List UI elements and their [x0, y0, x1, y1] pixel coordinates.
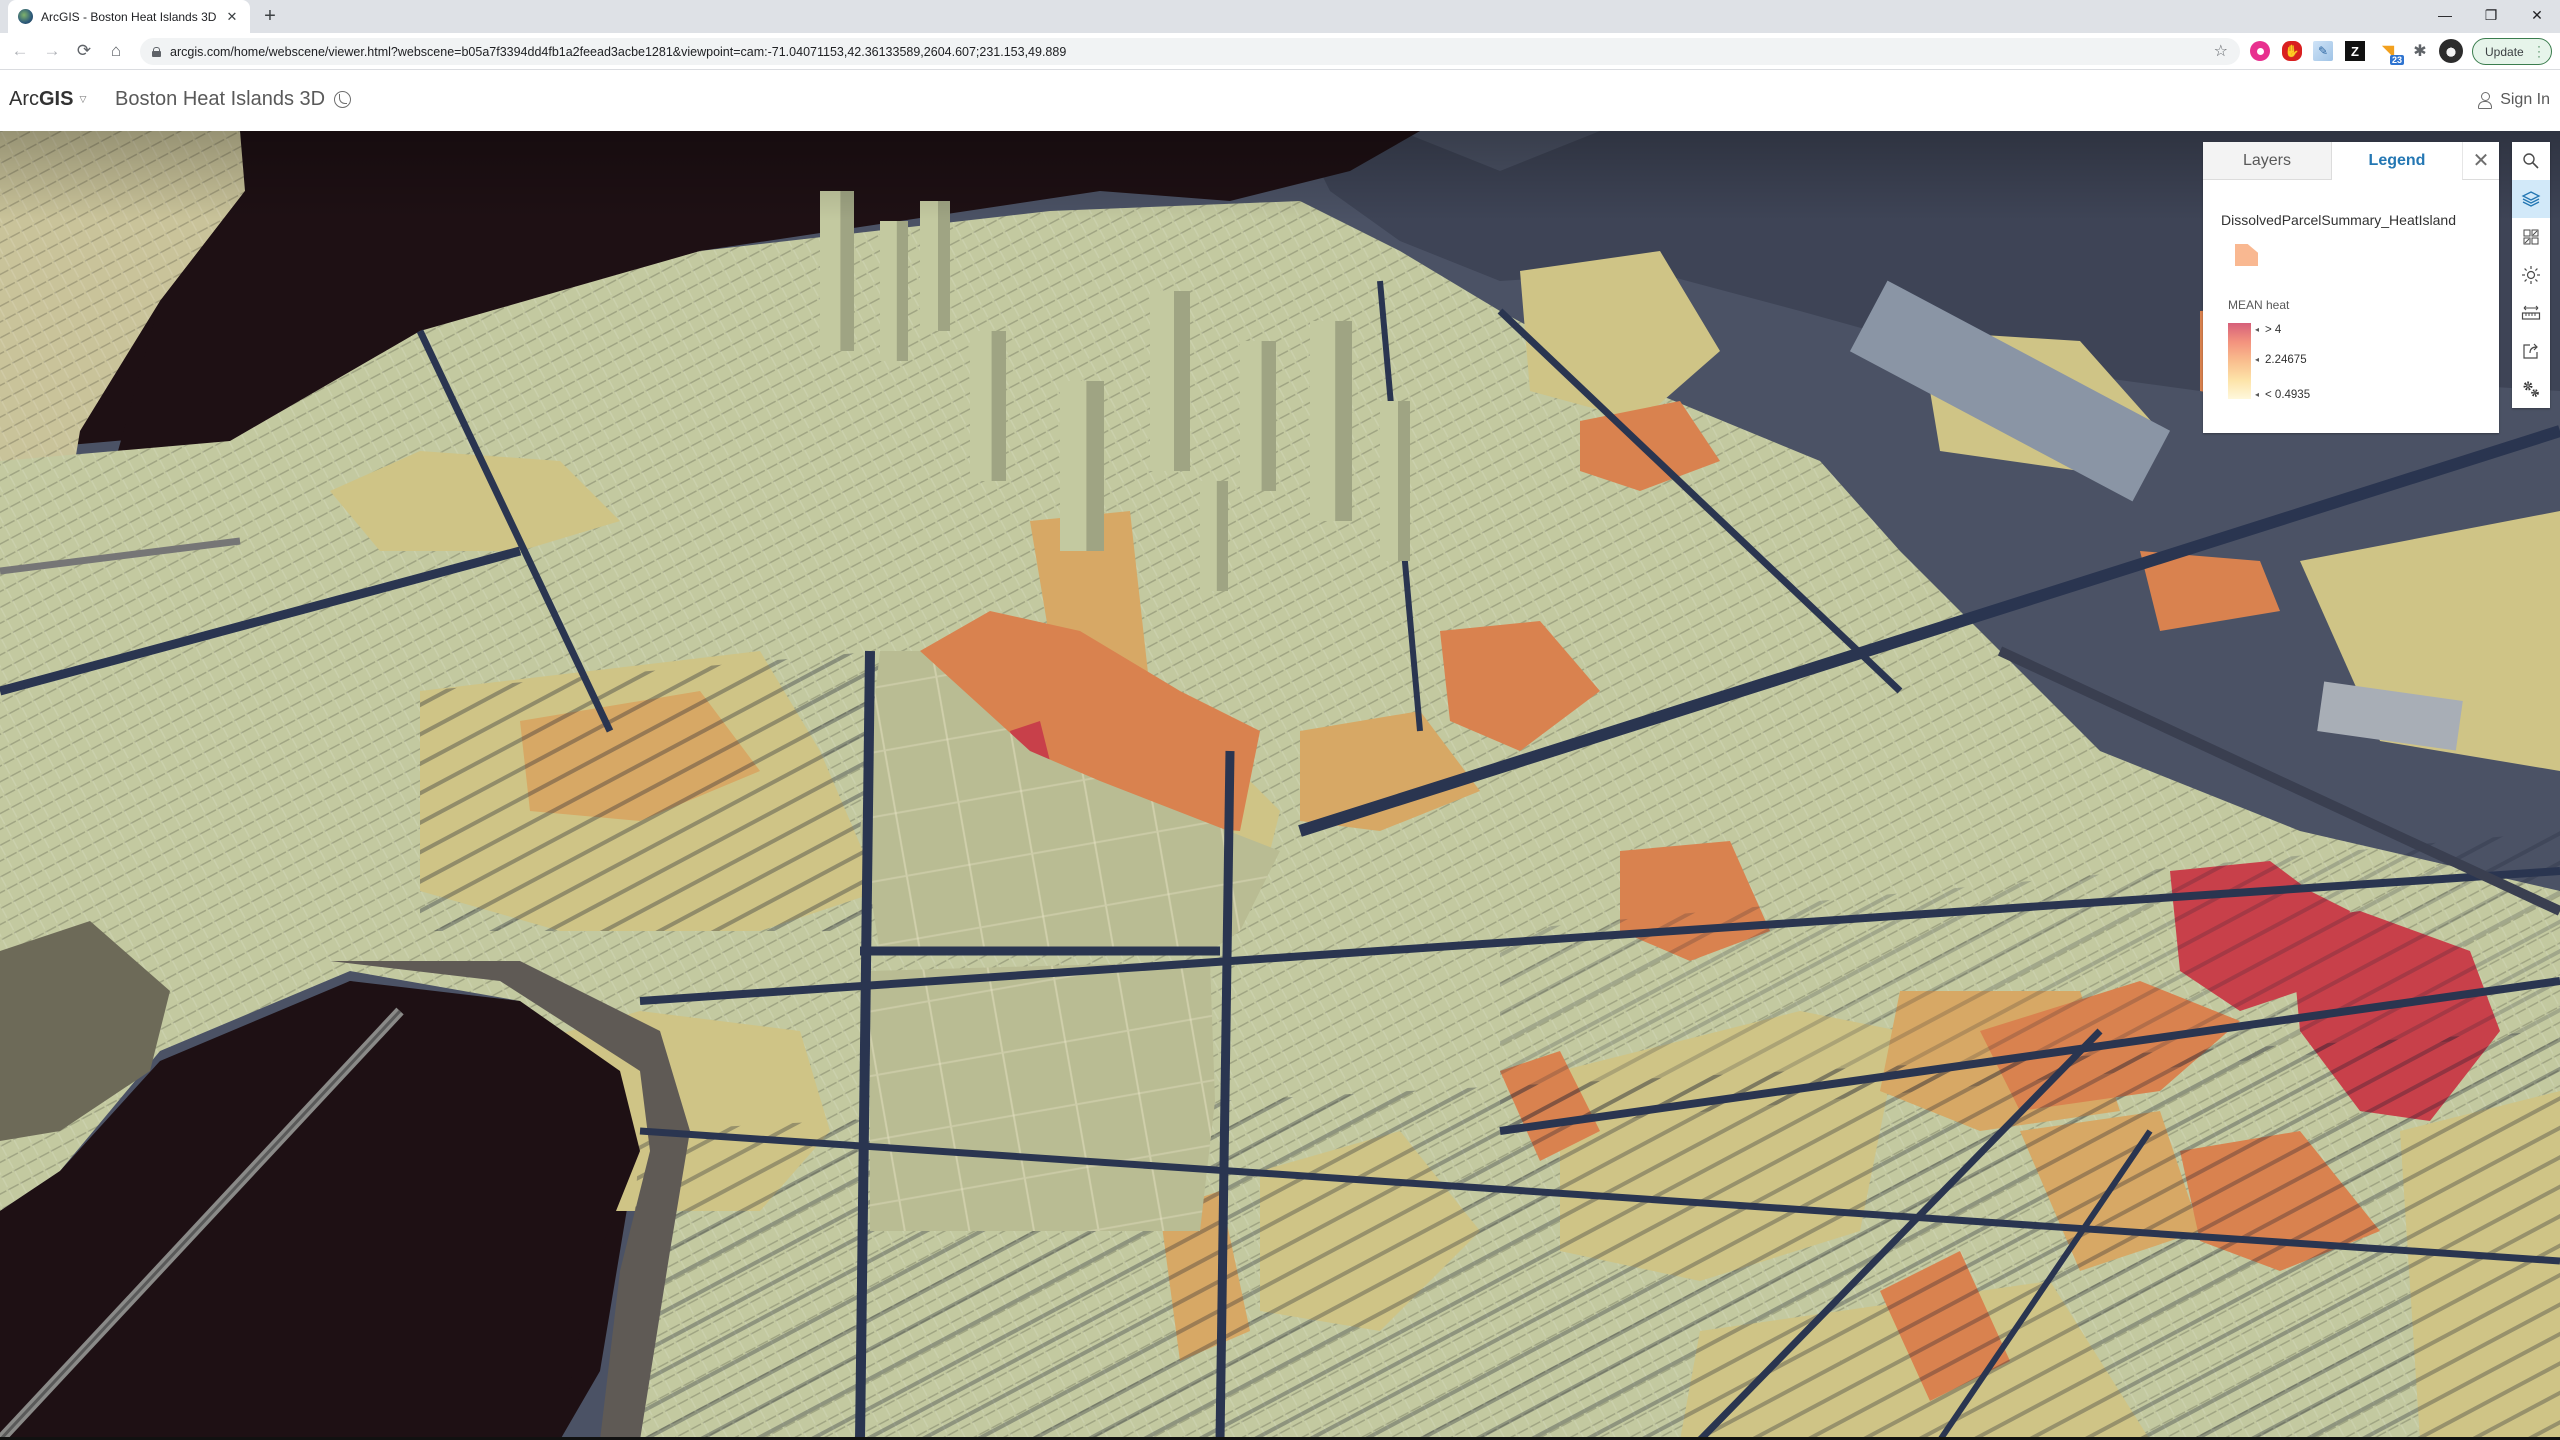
minimize-button[interactable]: —	[2422, 0, 2468, 30]
rss-badge: 23	[2389, 55, 2404, 65]
share-icon	[2523, 343, 2538, 359]
tab-close-icon[interactable]: ✕	[224, 9, 240, 25]
chevron-down-icon: ▽	[79, 94, 87, 104]
scene-view[interactable]	[0, 131, 2560, 1440]
lock-icon	[152, 46, 161, 57]
basemap-gallery-icon	[2523, 229, 2539, 245]
tower-shadow-4	[1261, 341, 1276, 491]
basemap-gallery-tool-button[interactable]	[2512, 218, 2550, 256]
adblock-extension-icon[interactable]: ✋	[2282, 41, 2302, 61]
notes-extension-icon[interactable]: ✎	[2313, 41, 2333, 61]
rowhouse-texture-1	[420, 651, 900, 931]
layers-icon	[2521, 191, 2541, 207]
restore-button[interactable]: ❐	[2468, 0, 2514, 30]
daylight-tool-button[interactable]	[2512, 256, 2550, 294]
brand-prefix: Arc	[9, 88, 39, 110]
arcgis-globe-icon	[18, 9, 33, 24]
url-text[interactable]: arcgis.com/home/webscene/viewer.html?web…	[170, 45, 1066, 59]
home-button[interactable]: ⌂	[104, 39, 128, 63]
layers-tool-button[interactable]	[2512, 180, 2550, 218]
ruler-icon	[2521, 305, 2541, 320]
settings-tool-button[interactable]	[2512, 370, 2550, 408]
horizon-shading	[0, 131, 2560, 221]
tower-shadow-7	[1086, 381, 1104, 551]
sign-in-button[interactable]: Sign In	[2478, 91, 2550, 109]
bookmark-star-icon[interactable]: ☆	[2214, 41, 2228, 61]
gears-icon	[2523, 381, 2539, 397]
extensions-puzzle-icon[interactable]: ✱	[2410, 41, 2430, 61]
window-close-button[interactable]: ✕	[2514, 0, 2560, 30]
tower-shadow-9	[991, 331, 1006, 481]
update-button[interactable]: Update · · ·	[2472, 38, 2552, 65]
garden-paths	[870, 961, 1215, 1231]
z-extension-icon[interactable]: Z	[2345, 41, 2365, 61]
public-globe-icon[interactable]	[334, 91, 351, 108]
back-button[interactable]: ←	[8, 39, 32, 63]
ramp-label-mid: 2.24675	[2255, 354, 2307, 366]
search-icon	[2523, 153, 2539, 169]
panel-tabs: Layers Legend ✕	[2203, 142, 2499, 180]
browser-toolbar: ← → ⟳ ⌂ arcgis.com/home/webscene/viewer.…	[0, 33, 2560, 70]
address-bar[interactable]: arcgis.com/home/webscene/viewer.html?web…	[140, 38, 2240, 65]
tab-title: ArcGIS - Boston Heat Islands 3D	[41, 9, 217, 24]
tower-shadow-6	[1398, 401, 1410, 561]
legend-layer-title: DissolvedParcelSummary_HeatIsland	[2221, 212, 2456, 228]
user-icon	[2478, 92, 2493, 109]
scene-title: Boston Heat Islands 3D	[115, 88, 326, 110]
tower-shadow-5	[1335, 321, 1352, 521]
share-tool-button[interactable]	[2512, 332, 2550, 370]
forward-button[interactable]: →	[40, 39, 64, 63]
layers-legend-panel: Layers Legend ✕ DissolvedParcelSummary_H…	[2203, 142, 2499, 433]
profile-avatar[interactable]	[2439, 39, 2463, 63]
arcgis-menu[interactable]: Arc GIS ▽	[9, 88, 86, 111]
tower-shadow-3	[1174, 291, 1190, 471]
sign-in-label: Sign In	[2500, 91, 2550, 108]
tower-shadow-8	[1216, 481, 1228, 591]
brand-bold: GIS	[39, 88, 74, 110]
ramp-label-low: < 0.4935	[2255, 389, 2310, 401]
update-label: Update	[2485, 44, 2524, 59]
tower-shadow-1	[896, 221, 908, 361]
scene-toolbar	[2512, 142, 2550, 408]
legend-field-label: MEAN heat	[2228, 298, 2290, 312]
measure-tool-button[interactable]	[2512, 294, 2550, 332]
panel-close-icon[interactable]: ✕	[2462, 142, 2499, 180]
browser-tab-bar: ArcGIS - Boston Heat Islands 3D ✕ + — ❐ …	[0, 0, 2560, 33]
menu-dots-icon[interactable]: · · ·	[2537, 40, 2541, 62]
sun-icon	[2522, 266, 2540, 284]
reload-button[interactable]: ⟳	[72, 39, 96, 63]
browser-tab[interactable]: ArcGIS - Boston Heat Islands 3D ✕	[8, 0, 250, 33]
app-header: Arc GIS ▽ Boston Heat Islands 3D Sign In	[0, 70, 2560, 131]
new-tab-button[interactable]: +	[258, 4, 282, 28]
tab-legend[interactable]: Legend	[2332, 142, 2462, 180]
scene-canvas[interactable]	[0, 131, 2560, 1440]
ramp-label-high: > 4	[2255, 324, 2281, 336]
rss-extension-icon[interactable]: ◥ 23	[2378, 41, 2404, 65]
layer-symbol-swatch	[2235, 244, 2258, 266]
color-ramp	[2228, 323, 2251, 399]
search-tool-button[interactable]	[2512, 142, 2550, 180]
tab-layers[interactable]: Layers	[2203, 142, 2332, 180]
eye-extension-icon[interactable]	[2250, 41, 2270, 61]
